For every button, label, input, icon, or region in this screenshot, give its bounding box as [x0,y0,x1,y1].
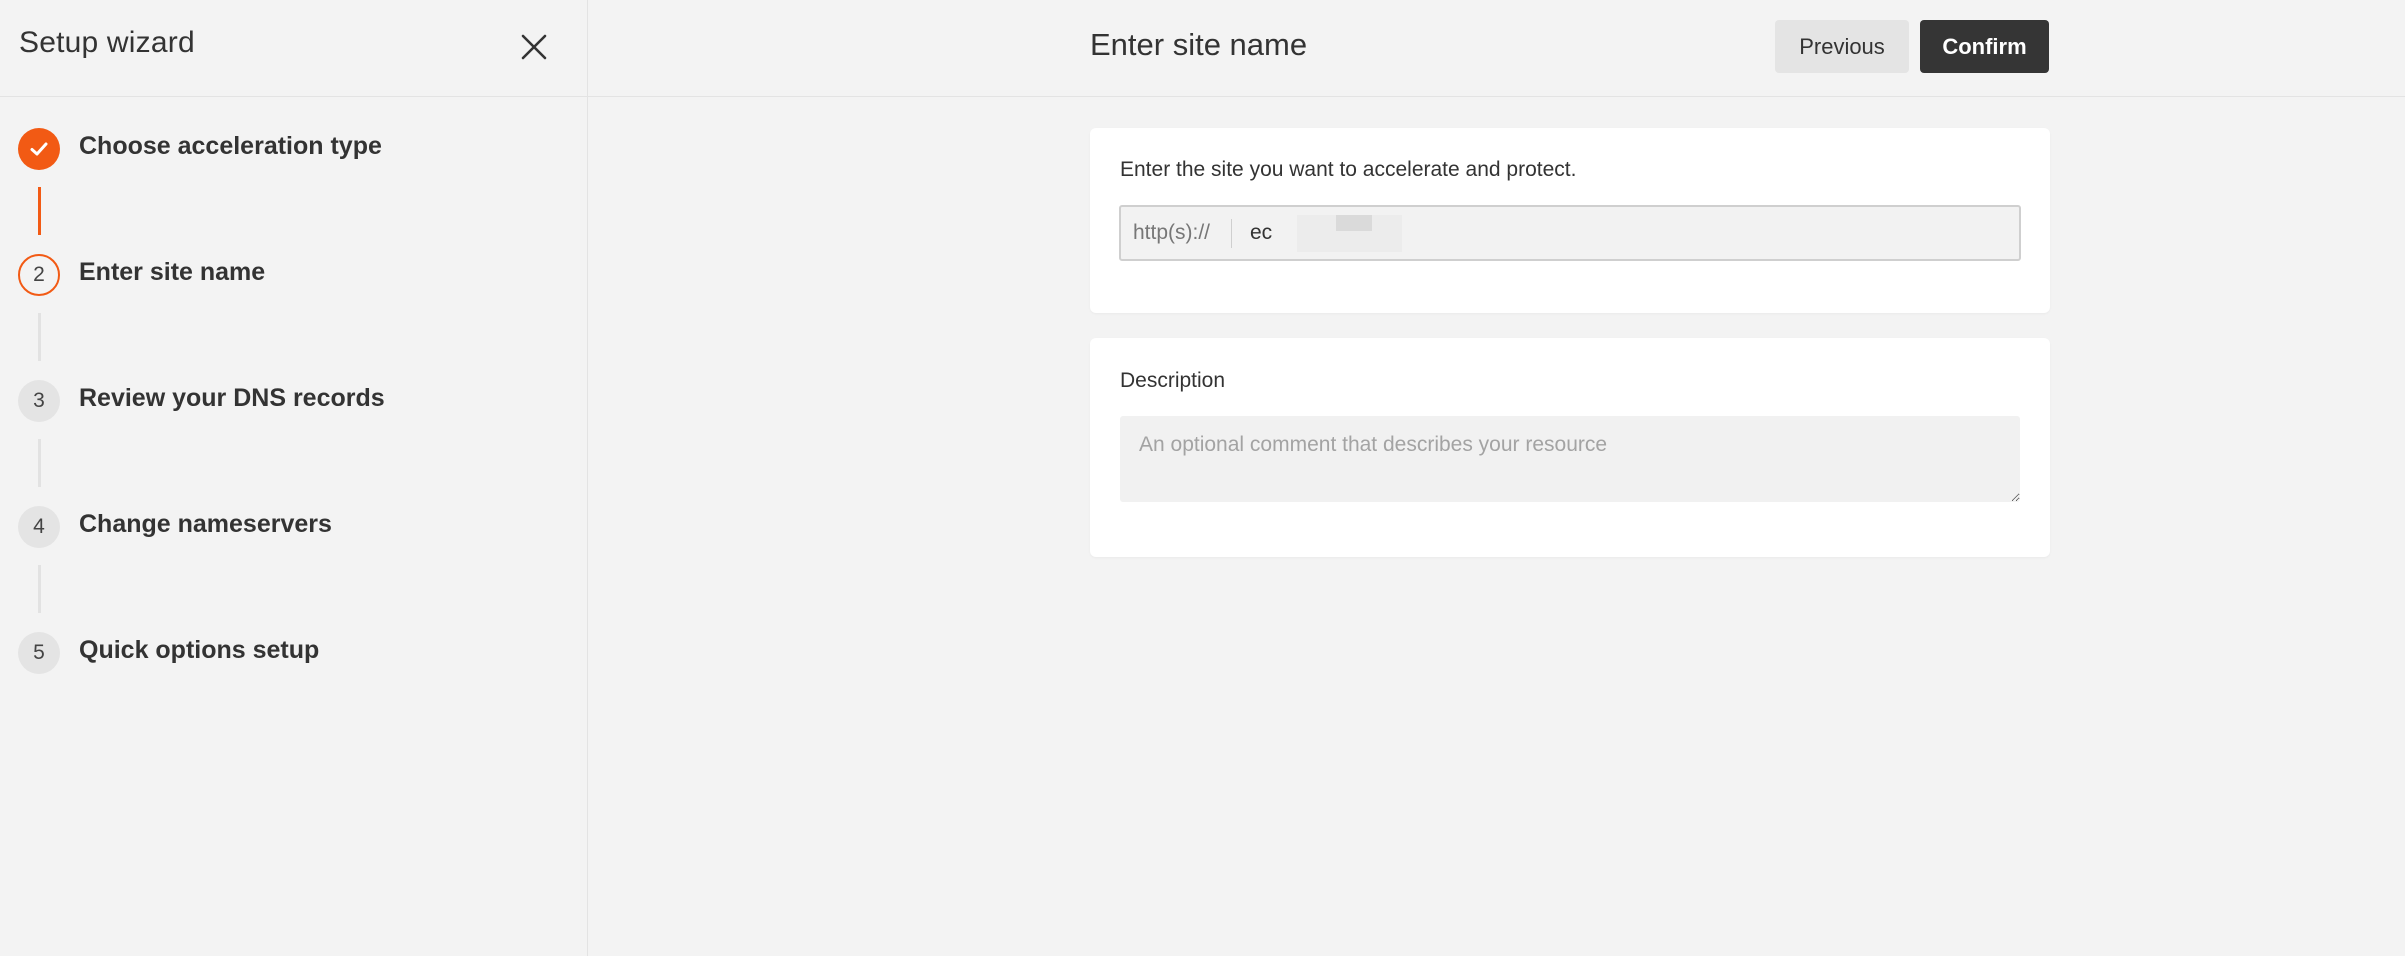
main-header: Enter site name Previous Confirm [588,0,2405,97]
step-label: Choose acceleration type [79,132,382,160]
site-url-input[interactable] [1242,207,2012,259]
site-name-label: Enter the site you want to accelerate an… [1120,158,1577,181]
step-5-indicator: 5 [18,632,60,674]
step-connector [38,565,41,613]
step-label: Change nameservers [79,510,332,538]
confirm-button[interactable]: Confirm [1920,20,2049,73]
description-label: Description [1120,369,1226,392]
check-icon [30,142,48,156]
site-name-card: Enter the site you want to accelerate an… [1090,128,2050,313]
step-connector [38,313,41,361]
step-quick-options-setup: 5 Quick options setup [18,632,558,676]
wizard-sidebar: Setup wizard Choose acceleration type 2 … [0,0,588,956]
step-review-dns-records: 3 Review your DNS records [18,380,558,424]
url-protocol-prefix: http(s):// [1133,221,1211,244]
step-label: Enter site name [79,258,266,286]
step-2-indicator: 2 [18,254,60,296]
close-button[interactable] [516,29,552,65]
step-connector [38,187,41,235]
step-label: Quick options setup [79,636,320,664]
step-enter-site-name: 2 Enter site name [18,254,558,298]
close-icon [521,34,547,60]
step-4-indicator: 4 [18,506,60,548]
step-number: 2 [33,263,45,286]
step-1-indicator [18,128,60,170]
url-prefix-divider [1231,219,1232,248]
description-textarea[interactable] [1120,416,2020,502]
step-choose-acceleration-type: Choose acceleration type [18,128,558,172]
step-number: 3 [33,389,45,412]
step-number: 5 [33,641,45,664]
site-url-field[interactable]: http(s):// [1119,205,2021,261]
step-3-indicator: 3 [18,380,60,422]
sidebar-header: Setup wizard [0,0,587,97]
description-card: Description [1090,338,2050,557]
step-connector [38,439,41,487]
step-number: 4 [33,515,45,538]
previous-button[interactable]: Previous [1775,20,1909,73]
step-label: Review your DNS records [79,384,385,412]
sidebar-title: Setup wizard [19,26,195,59]
step-change-nameservers: 4 Change nameservers [18,506,558,550]
page-title: Enter site name [1090,27,1308,62]
